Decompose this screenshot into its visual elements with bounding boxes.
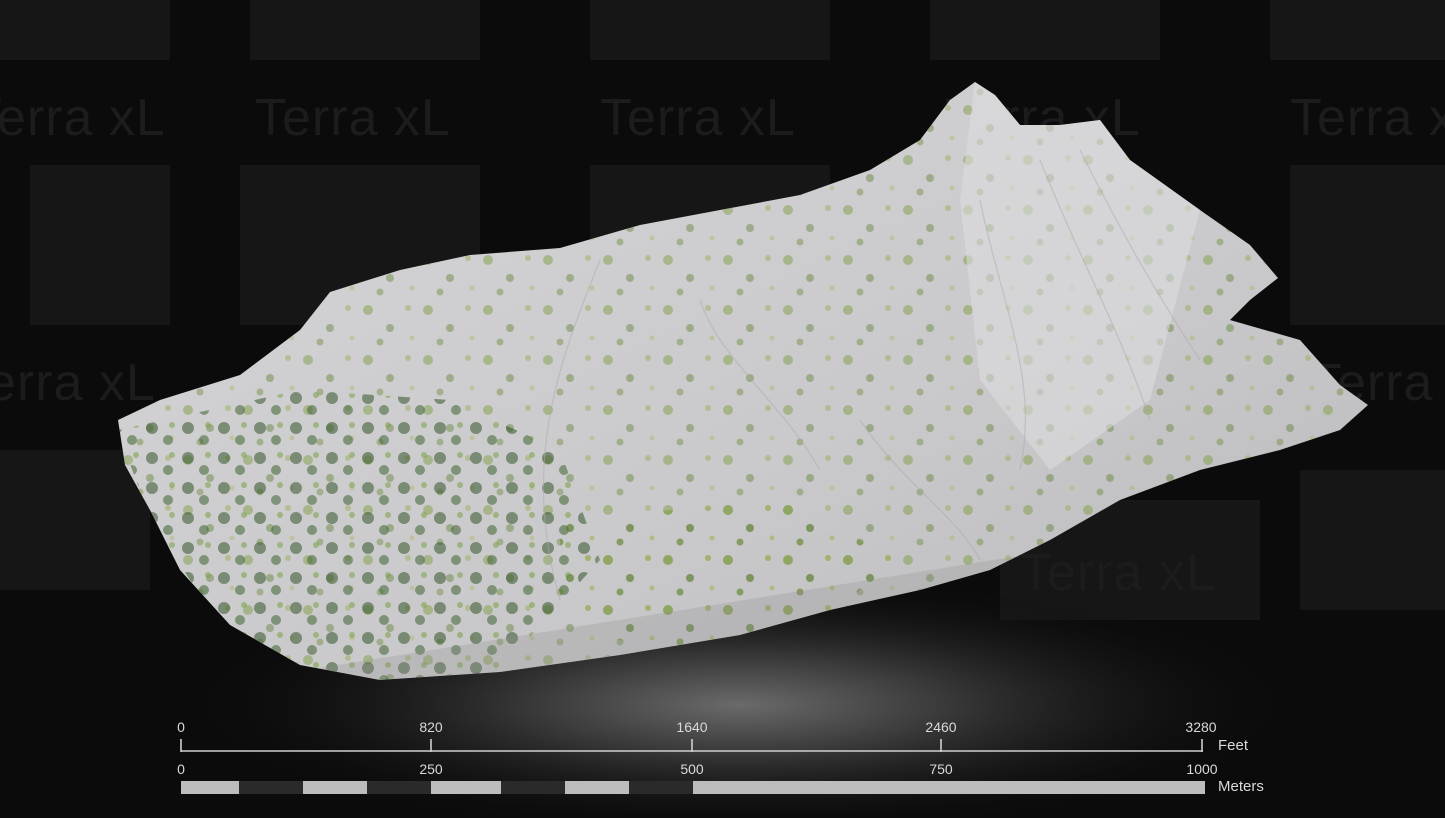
feet-tick-label: 2460 — [925, 719, 957, 735]
meters-unit-label: Meters — [1218, 778, 1264, 795]
meters-tick-label: 1000 — [1186, 761, 1218, 777]
meters-tick-label: 250 — [419, 761, 443, 777]
terrain-scene: Terra xL Terra xL Terra xL Terra xL Terr… — [0, 0, 1445, 818]
watermark-text: Terra xL — [1020, 544, 1216, 602]
feet-unit-label: Feet — [1218, 737, 1249, 754]
meters-tick-label: 500 — [680, 761, 704, 777]
map-viewport[interactable]: Terra xL Terra xL Terra xL Terra xL Terr… — [0, 0, 1445, 818]
feet-tick-label: 1640 — [676, 719, 708, 735]
feet-tick-label: 3280 — [1185, 719, 1217, 735]
watermark-text: Terra xL — [600, 89, 796, 147]
feet-tick-label: 820 — [419, 719, 443, 735]
watermark-text: Terra xL — [255, 89, 451, 147]
meters-tick-label: 0 — [177, 761, 185, 777]
feet-tick-label: 0 — [177, 719, 185, 735]
watermark-text: Terra xL — [0, 89, 166, 147]
meters-tick-label: 750 — [929, 761, 953, 777]
watermark-text: Terra xL — [0, 354, 156, 412]
watermark-text: Terra xL — [1290, 89, 1445, 147]
